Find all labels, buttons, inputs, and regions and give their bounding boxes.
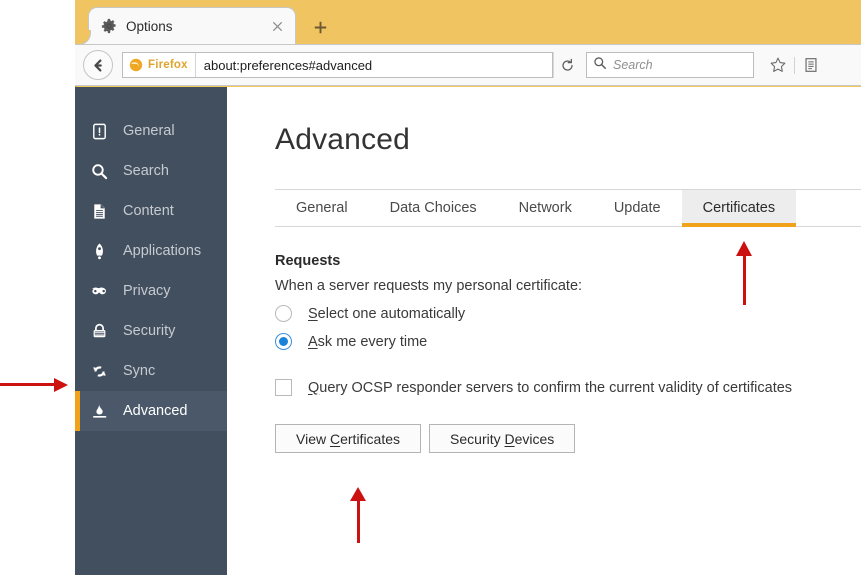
radio-button[interactable] [275,305,292,322]
sidebar-item-label: Applications [123,243,202,259]
sidebar-item-content[interactable]: Content [75,191,227,231]
label-text: sk me every time [317,333,428,350]
identity-box[interactable]: Firefox [123,53,196,77]
new-tab-button[interactable] [307,14,333,40]
security-lock-icon [89,321,110,342]
sidebar-item-security[interactable]: Security [75,311,227,351]
back-arrow-icon[interactable] [83,50,113,80]
content-page-icon [89,201,110,222]
sidebar-item-sync[interactable]: Sync [75,351,227,391]
sidebar-item-label: Search [123,163,169,179]
radio-button[interactable] [275,333,292,350]
requests-heading: Requests [275,253,341,269]
sidebar-item-label: Security [123,323,176,339]
sidebar-item-label: Sync [123,363,156,379]
label-text: uery OCSP responder servers to confirm t… [319,379,793,396]
url-bar[interactable]: Firefox about:preferences#advanced [122,52,553,78]
firefox-globe-icon [129,58,143,72]
sidebar-item-label: Privacy [123,283,171,299]
tab-data-choices[interactable]: Data Choices [369,190,498,226]
search-icon [89,161,110,182]
checkbox-label: Query OCSP responder servers to confirm … [308,380,792,396]
tab-label: Certificates [702,200,776,216]
radio-select-one-automatically[interactable]: Select one automatically [275,305,861,322]
radio-label: Select one automatically [308,306,465,322]
sidebar-item-general[interactable]: General [75,111,227,151]
sync-icon [89,361,110,382]
tab-label: Data Choices [389,200,477,216]
url-text[interactable]: about:preferences#advanced [196,58,372,73]
reload-icon[interactable] [553,52,581,78]
navigation-toolbar: Firefox about:preferences#advanced Searc… [75,44,861,86]
label-text: elect one automatically [317,305,466,322]
search-input[interactable]: Search [586,52,754,78]
requests-description: When a server requests my personal certi… [275,278,583,294]
checkbox-query-ocsp[interactable]: Query OCSP responder servers to confirm … [275,379,861,396]
accesskey: A [308,333,318,350]
preferences-sidebar: General Search Content Applications Priv… [75,87,227,575]
arrow-pointing-to-certificates-tab [735,241,757,305]
certificate-buttons: View Certificates Security Devices [275,424,861,453]
view-certificates-button[interactable]: View Certificates [275,424,422,453]
accesskey: Q [308,379,320,396]
identity-label: Firefox [148,59,188,71]
privacy-mask-icon [89,281,110,302]
sidebar-item-label: General [123,123,175,139]
preference-tabs: General Data Choices Network Update Cert… [275,189,861,227]
search-icon [593,56,607,75]
tab-label: General [296,200,348,216]
sidebar-item-search[interactable]: Search [75,151,227,191]
page-title: Advanced [275,123,411,156]
tab-certificates[interactable]: Certificates [681,190,797,227]
library-icon[interactable] [798,52,824,78]
tab-general[interactable]: General [275,190,369,226]
screenshot-root: Options Firefox about:preferences#advanc… [0,0,861,575]
title-bar: Options [75,0,861,45]
security-devices-button[interactable]: Security Devices [429,424,576,453]
sidebar-item-applications[interactable]: Applications [75,231,227,271]
sidebar-item-privacy[interactable]: Privacy [75,271,227,311]
tab-foot-left [78,30,91,45]
accesskey: S [308,305,318,322]
advanced-icon [89,401,110,422]
sidebar-item-advanced[interactable]: Advanced [75,391,227,431]
toolbar-separator [794,56,795,74]
general-icon [89,121,110,142]
preferences-page: General Search Content Applications Priv… [75,87,861,575]
tab-title: Options [126,18,173,34]
tab-label: Network [518,200,572,216]
preferences-content: Advanced General Data Choices Network Up… [227,87,861,575]
close-icon[interactable] [267,16,287,36]
toolbar-icons [765,52,824,78]
arrow-pointing-to-view-certificates [349,487,371,543]
radio-ask-me-every-time[interactable]: Ask me every time [275,333,861,350]
checkbox[interactable] [275,379,292,396]
gear-icon [101,18,117,34]
button-label: View Certificates [296,430,401,447]
button-label: Security Devices [450,430,555,447]
browser-tab-options[interactable]: Options [88,7,296,44]
tab-update[interactable]: Update [593,190,682,226]
arrow-pointing-to-sync [0,378,80,392]
bookmark-star-icon[interactable] [765,52,791,78]
sidebar-item-label: Content [123,203,174,219]
tab-network[interactable]: Network [498,190,593,226]
search-placeholder: Search [613,58,653,72]
sidebar-item-label: Advanced [123,403,188,419]
tab-label: Update [613,200,661,216]
radio-label: Ask me every time [308,334,427,350]
applications-icon [89,241,110,262]
